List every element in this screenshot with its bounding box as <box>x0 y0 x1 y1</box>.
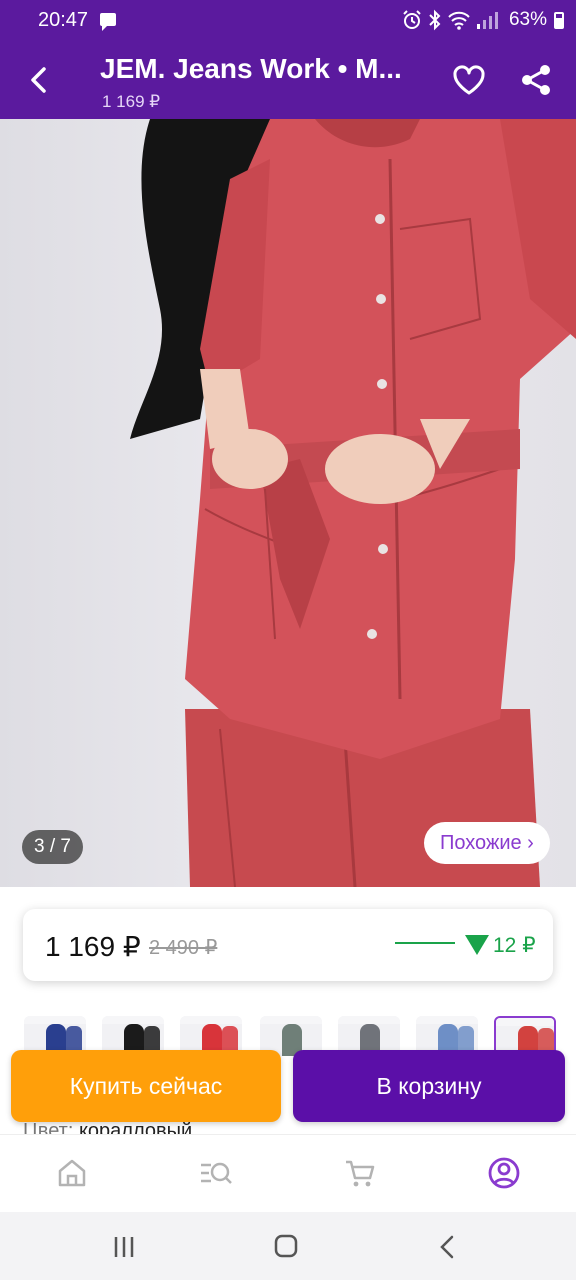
message-notification-icon <box>100 13 116 31</box>
product-photo-illustration <box>130 119 576 887</box>
home-button-icon[interactable] <box>268 1232 304 1262</box>
product-photo[interactable]: 3 / 7 Похожие › <box>0 119 576 887</box>
cart-icon[interactable] <box>342 1155 378 1191</box>
battery-level: 63% <box>508 9 547 30</box>
price-drop-amount: 12 ₽ <box>493 934 536 957</box>
profile-icon[interactable] <box>486 1155 522 1191</box>
product-title: JEM. Jeans Work • M... <box>100 53 402 84</box>
similar-products-button[interactable]: Похожие › <box>424 822 550 864</box>
wifi-icon <box>448 11 470 30</box>
home-icon[interactable] <box>54 1155 90 1191</box>
color-label-key: Цвет: <box>23 1120 79 1134</box>
add-to-cart-button[interactable]: В корзину <box>293 1050 565 1122</box>
buy-now-button[interactable]: Купить сейчас <box>11 1050 281 1122</box>
alarm-icon <box>403 10 421 29</box>
color-value: коралловый <box>78 1120 193 1134</box>
favorite-heart-icon[interactable] <box>452 64 486 96</box>
bottom-navigation <box>0 1134 576 1212</box>
back-button[interactable] <box>22 62 58 98</box>
battery-icon <box>554 11 564 29</box>
status-time: 20:47 <box>38 9 89 31</box>
signal-icon <box>476 12 498 29</box>
recent-apps-icon[interactable] <box>106 1232 142 1262</box>
old-price: 2 490 ₽ <box>149 937 218 959</box>
price-trend-line <box>395 942 455 944</box>
share-icon[interactable] <box>518 62 554 98</box>
price-drop-arrow-icon <box>465 935 489 955</box>
app-bar: JEM. Jeans Work • M... 1 169 ₽ <box>0 40 576 119</box>
photo-counter: 3 / 7 <box>22 830 83 864</box>
catalog-search-icon[interactable] <box>198 1155 234 1191</box>
status-bar: 20:47 63% <box>0 0 576 40</box>
product-price-subtitle: 1 169 ₽ <box>102 92 161 111</box>
price-card[interactable]: 1 169 ₽ 2 490 ₽ 12 ₽ <box>23 909 553 981</box>
color-label: Цвет: коралловый <box>23 1120 192 1134</box>
bluetooth-icon <box>429 9 441 31</box>
system-back-icon[interactable] <box>430 1232 466 1262</box>
system-navigation-bar <box>0 1212 576 1280</box>
current-price: 1 169 ₽ <box>45 931 141 962</box>
status-icons: 63% <box>401 6 564 34</box>
